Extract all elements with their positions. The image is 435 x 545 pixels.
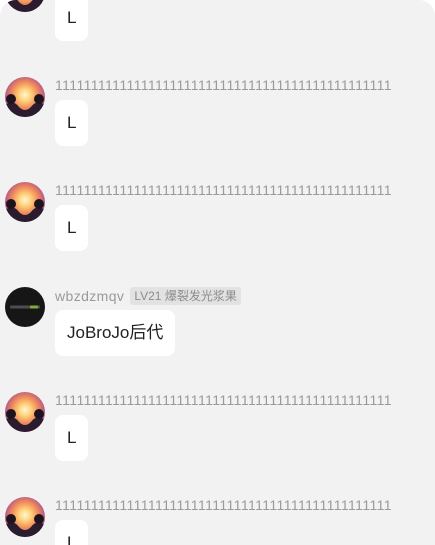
message-bubble[interactable]: JoBroJo后代 [55,310,176,356]
sunset-avatar-icon [5,0,45,12]
message-bubble[interactable]: L [55,520,89,545]
user-name-row: wbzdzmqv LV21 爆裂发光浆果 [55,287,435,305]
user-avatar[interactable] [5,77,45,117]
user-avatar[interactable] [5,497,45,537]
user-avatar[interactable] [5,287,45,327]
message-bubble[interactable]: L [55,415,89,461]
user-name[interactable]: 1111111111111111111111111111111111111111… [55,497,435,513]
sunset-avatar-icon [5,392,45,432]
chat-message-list[interactable]: L 11111111111111111111111111111111111111… [0,0,435,545]
message-bubble[interactable]: L [55,100,89,146]
user-name[interactable]: 1111111111111111111111111111111111111111… [55,77,435,93]
level-badge: LV21 爆裂发光浆果 [130,287,241,305]
sunset-avatar-icon [5,497,45,537]
message-bubble[interactable]: L [55,205,89,251]
sunset-avatar-icon [5,182,45,222]
user-name[interactable]: wbzdzmqv [55,288,124,304]
user-name[interactable]: 1111111111111111111111111111111111111111… [55,392,435,408]
user-avatar[interactable] [5,0,45,12]
user-name[interactable]: 1111111111111111111111111111111111111111… [55,182,435,198]
sunset-avatar-icon [5,77,45,117]
dark-logo-avatar-icon [5,287,45,327]
user-avatar[interactable] [5,182,45,222]
user-avatar[interactable] [5,392,45,432]
message-bubble[interactable]: L [55,0,89,41]
